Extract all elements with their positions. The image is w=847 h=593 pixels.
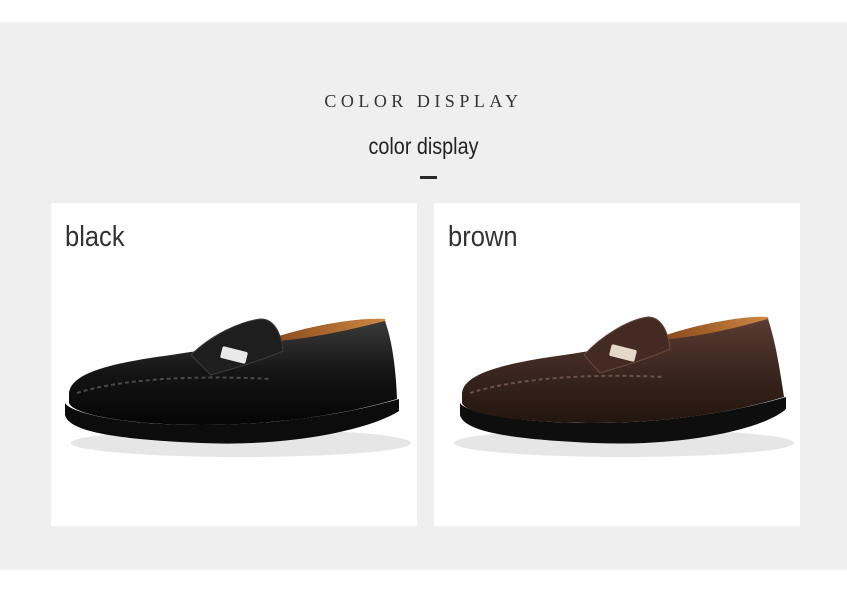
color-label-black: black [65, 221, 125, 253]
product-card-brown[interactable]: brown [434, 203, 800, 526]
color-label-brown: brown [448, 221, 518, 253]
section-subtitle: color display [368, 133, 479, 159]
title-divider [420, 176, 437, 179]
section-title: COLOR DISPLAY [324, 91, 523, 111]
product-card-black[interactable]: black [51, 203, 417, 526]
